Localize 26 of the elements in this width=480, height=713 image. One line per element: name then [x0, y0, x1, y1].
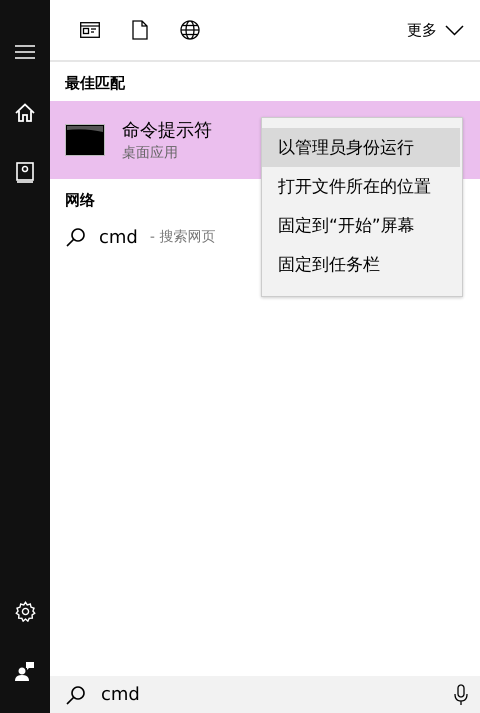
search-bar[interactable]: cmd	[50, 676, 480, 713]
section-heading: 最佳匹配	[65, 74, 125, 93]
chevron-down-icon	[445, 24, 464, 36]
settings-icon	[14, 600, 36, 622]
result-subtitle: 桌面应用	[122, 144, 179, 162]
microphone-button[interactable]	[454, 684, 468, 706]
search-icon	[65, 226, 87, 248]
web-query[interactable]: cmd	[99, 226, 138, 248]
menu-item[interactable]: 以管理员身份运行	[262, 128, 460, 167]
menu-item[interactable]: 固定到任务栏	[262, 245, 460, 284]
menu-icon	[15, 45, 35, 59]
notebook-icon	[16, 162, 34, 182]
section-heading: 网络	[65, 191, 95, 210]
web-suffix: - 搜索网页	[150, 228, 216, 246]
search-icon	[65, 684, 87, 706]
home-icon	[15, 102, 35, 122]
window-icon	[80, 22, 100, 38]
search-field[interactable]: cmd	[101, 684, 440, 705]
feedback-icon	[15, 661, 35, 681]
more-button[interactable]: 更多	[407, 20, 464, 40]
console-icon	[65, 124, 105, 156]
microphone-icon	[454, 684, 468, 706]
menu-item[interactable]: 固定到“开始”屏幕	[262, 206, 460, 245]
globe-icon	[180, 20, 200, 40]
document-icon	[132, 20, 148, 40]
result-title: 命令提示符	[122, 119, 212, 142]
